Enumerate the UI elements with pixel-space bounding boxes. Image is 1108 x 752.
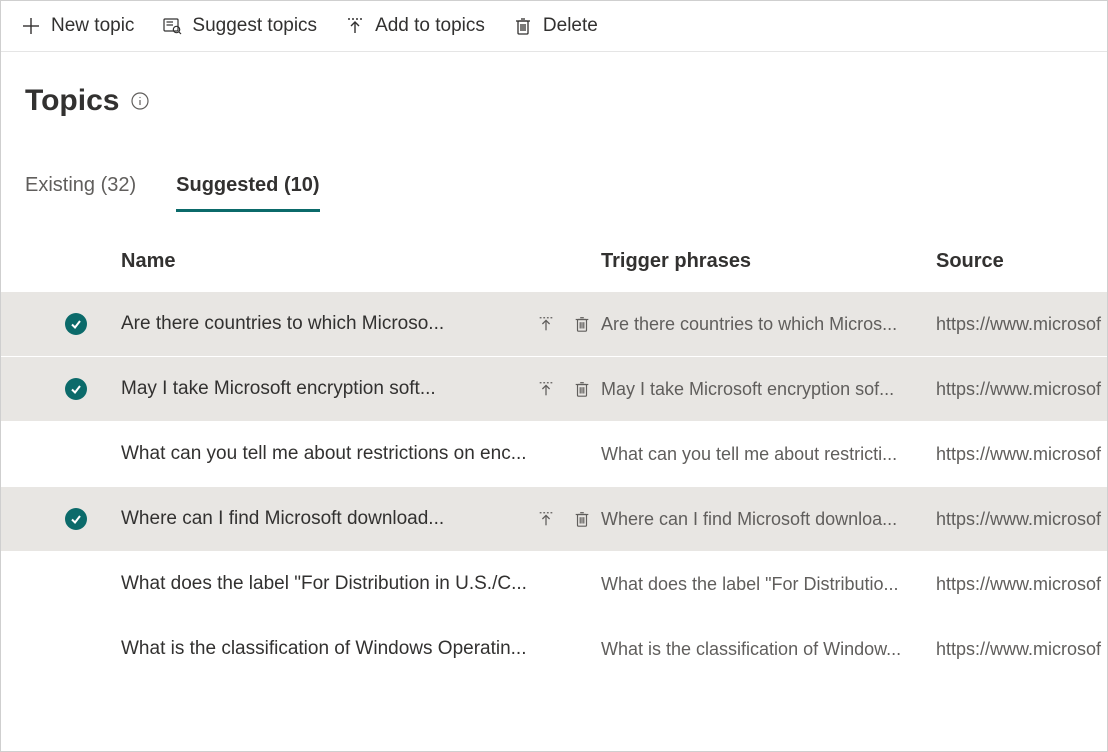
check-circle-icon bbox=[65, 378, 87, 400]
row-name-text: What can you tell me about restrictions … bbox=[121, 443, 591, 465]
tabs: Existing (32) Suggested (10) bbox=[1, 126, 1107, 212]
row-upload-icon[interactable] bbox=[537, 510, 555, 528]
row-actions bbox=[537, 315, 591, 333]
info-icon[interactable] bbox=[131, 92, 149, 110]
table-row[interactable]: May I take Microsoft encryption soft... M… bbox=[1, 356, 1107, 421]
page-header: Topics bbox=[1, 52, 1107, 126]
row-checkbox[interactable] bbox=[61, 313, 121, 335]
table-row[interactable]: Where can I find Microsoft download... Wh… bbox=[1, 486, 1107, 551]
new-topic-button[interactable]: New topic bbox=[21, 15, 134, 37]
row-source-cell[interactable]: https://www.microsof bbox=[936, 444, 1107, 465]
suggest-topics-button[interactable]: Suggest topics bbox=[162, 15, 317, 37]
row-source-cell[interactable]: https://www.microsof bbox=[936, 574, 1107, 595]
row-name-cell[interactable]: What can you tell me about restrictions … bbox=[121, 443, 601, 465]
table-row[interactable]: What does the label "For Distribution in… bbox=[1, 551, 1107, 616]
trash-icon bbox=[513, 16, 533, 36]
row-name-text: What is the classification of Windows Op… bbox=[121, 638, 591, 660]
check-circle-icon bbox=[65, 508, 87, 530]
page-frame: New topic Suggest topics bbox=[0, 0, 1108, 752]
row-source-cell[interactable]: https://www.microsof bbox=[936, 639, 1107, 660]
row-name-cell[interactable]: May I take Microsoft encryption soft... bbox=[121, 378, 601, 400]
row-trigger-cell: Where can I find Microsoft downloa... bbox=[601, 509, 936, 530]
delete-label: Delete bbox=[543, 15, 598, 37]
row-trash-icon[interactable] bbox=[573, 380, 591, 398]
row-upload-icon[interactable] bbox=[537, 380, 555, 398]
new-topic-label: New topic bbox=[51, 15, 134, 37]
row-name-text: What does the label "For Distribution in… bbox=[121, 573, 591, 595]
row-trigger-cell: What does the label "For Distributio... bbox=[601, 574, 936, 595]
plus-icon bbox=[21, 16, 41, 36]
row-trigger-cell: May I take Microsoft encryption sof... bbox=[601, 379, 936, 400]
row-name-cell[interactable]: What is the classification of Windows Op… bbox=[121, 638, 601, 660]
row-name-cell[interactable]: Are there countries to which Microso... bbox=[121, 313, 601, 335]
suggest-topics-label: Suggest topics bbox=[192, 15, 317, 37]
row-checkbox[interactable] bbox=[61, 508, 121, 530]
upload-icon bbox=[345, 16, 365, 36]
suggest-icon bbox=[162, 16, 182, 36]
row-name-cell[interactable]: What does the label "For Distribution in… bbox=[121, 573, 601, 595]
column-headers: Name Trigger phrases Source bbox=[1, 250, 1107, 291]
row-actions bbox=[537, 510, 591, 528]
row-source-cell[interactable]: https://www.microsof bbox=[936, 314, 1107, 335]
tab-suggested[interactable]: Suggested (10) bbox=[176, 174, 319, 212]
row-checkbox[interactable] bbox=[61, 378, 121, 400]
add-to-topics-button[interactable]: Add to topics bbox=[345, 15, 485, 37]
row-name-text: May I take Microsoft encryption soft... bbox=[121, 378, 525, 400]
row-name-text: Where can I find Microsoft download... bbox=[121, 508, 525, 530]
row-actions bbox=[537, 380, 591, 398]
row-upload-icon[interactable] bbox=[537, 315, 555, 333]
rows-container: Are there countries to which Microso... A… bbox=[1, 291, 1107, 681]
row-source-cell[interactable]: https://www.microsof bbox=[936, 379, 1107, 400]
table-row[interactable]: What is the classification of Windows Op… bbox=[1, 616, 1107, 681]
delete-button[interactable]: Delete bbox=[513, 15, 598, 37]
row-name-text: Are there countries to which Microso... bbox=[121, 313, 525, 335]
add-to-topics-label: Add to topics bbox=[375, 15, 485, 37]
column-source[interactable]: Source bbox=[936, 250, 1107, 273]
toolbar: New topic Suggest topics bbox=[1, 1, 1107, 52]
row-trigger-cell: What can you tell me about restricti... bbox=[601, 444, 936, 465]
row-name-cell[interactable]: Where can I find Microsoft download... bbox=[121, 508, 601, 530]
row-trash-icon[interactable] bbox=[573, 510, 591, 528]
tab-existing[interactable]: Existing (32) bbox=[25, 174, 136, 212]
table-row[interactable]: Are there countries to which Microso... A… bbox=[1, 291, 1107, 356]
row-source-cell[interactable]: https://www.microsof bbox=[936, 509, 1107, 530]
column-name[interactable]: Name bbox=[121, 250, 601, 273]
row-trigger-cell: What is the classification of Window... bbox=[601, 639, 936, 660]
check-circle-icon bbox=[65, 313, 87, 335]
row-trigger-cell: Are there countries to which Micros... bbox=[601, 314, 936, 335]
column-trigger[interactable]: Trigger phrases bbox=[601, 250, 936, 273]
row-trash-icon[interactable] bbox=[573, 315, 591, 333]
page-title: Topics bbox=[25, 84, 119, 118]
topics-table: Name Trigger phrases Source Are there co… bbox=[1, 212, 1107, 681]
table-row[interactable]: What can you tell me about restrictions … bbox=[1, 421, 1107, 486]
